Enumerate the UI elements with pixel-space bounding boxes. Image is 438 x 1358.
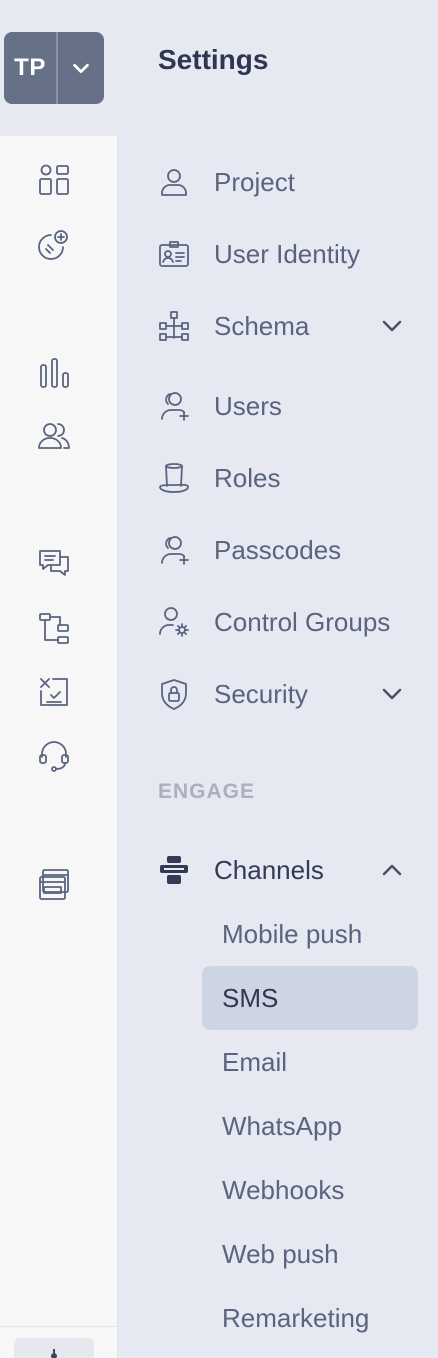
nav-item-channels[interactable]: Channels [158,846,418,894]
settings-icon[interactable] [14,1338,94,1358]
chevron-down-icon[interactable] [380,314,404,338]
workspace-switcher[interactable]: TP [4,32,104,104]
channels-icon [158,852,194,888]
dashboard-icon[interactable] [36,162,72,198]
sub-item-mobile-push[interactable]: Mobile push [202,902,418,966]
top-hat-icon [158,460,194,496]
nav-item-label: Users [214,390,282,421]
sub-item-email[interactable]: Email [202,1030,418,1094]
nav-item-schema[interactable]: Schema [158,302,418,350]
add-user-icon [158,388,194,424]
rail-divider [0,1326,118,1327]
chevron-down-icon[interactable] [58,32,104,104]
nav-item-label: Roles [214,462,281,493]
nav-item-control-groups[interactable]: Control Groups [158,598,418,646]
settings-title: Settings [158,44,269,75]
nav-item-roles[interactable]: Roles [158,454,418,502]
flows-icon[interactable] [36,610,72,646]
nav-item-label: Project [214,166,295,197]
web-browser-icon[interactable] [36,866,72,902]
nav-item-user-identity[interactable]: User Identity [158,230,418,278]
sub-item-webhooks[interactable]: Webhooks [202,1158,418,1222]
nav-item-security[interactable]: Security [158,670,418,718]
support-headset-icon[interactable] [36,738,72,774]
sub-item-whatsapp[interactable]: WhatsApp [202,1094,418,1158]
nav-item-label: Channels [214,854,324,885]
messages-icon[interactable] [36,546,72,582]
sub-item-sms[interactable]: SMS [202,966,418,1030]
id-card-icon [158,236,194,272]
add-user-icon [158,532,194,568]
chevron-up-icon[interactable] [380,858,404,882]
nav-item-passcodes[interactable]: Passcodes [158,526,418,574]
workspace-initials: TP [14,54,46,81]
chevron-down-icon[interactable] [380,682,404,706]
section-label-engage: ENGAGE [158,780,256,803]
nav-item-label: User Identity [214,238,360,269]
nav-item-label: Security [214,678,308,709]
nav-item-label: Control Groups [214,606,391,637]
person-icon [158,164,194,200]
analytics-tag-icon[interactable] [36,226,72,262]
nav-item-label: Schema [214,310,310,341]
left-rail: TP [0,0,118,1358]
sub-item-web-push[interactable]: Web push [202,1222,418,1286]
nav-item-users[interactable]: Users [158,382,418,430]
users-icon[interactable] [36,418,72,454]
bar-chart-icon[interactable] [36,356,72,392]
sub-item-remarketing[interactable]: Remarketing [202,1286,418,1350]
nav-item-project[interactable]: Project [158,158,418,206]
schema-nodes-icon [158,308,194,344]
reports-icon[interactable] [36,674,72,710]
nav-item-label: Passcodes [214,534,342,565]
user-gear-icon [158,604,194,640]
shield-lock-icon [158,676,194,712]
